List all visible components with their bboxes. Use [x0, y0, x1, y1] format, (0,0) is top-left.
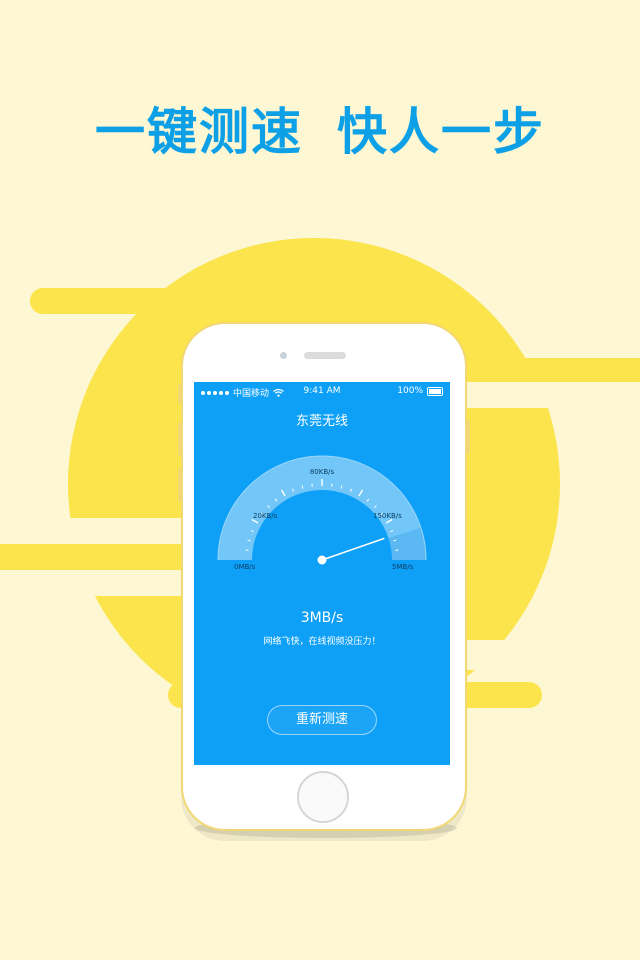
gauge-label-0: 0MB/s	[234, 563, 256, 571]
gauge-label-3: 150KB/s	[373, 512, 402, 520]
retest-button[interactable]: 重新测速	[267, 705, 377, 735]
gauge-label-1: 20KB/s	[253, 512, 278, 520]
battery-icon	[427, 386, 443, 396]
phone-side-button	[178, 384, 182, 404]
status-bar: 中国移动 9:41 AM 100%	[194, 386, 450, 399]
speed-tip: 网络飞快，在线视频没压力！	[263, 637, 381, 647]
gauge-label-2: 80KB/s	[310, 468, 335, 476]
phone-side-button	[178, 468, 182, 502]
camera-icon	[280, 352, 287, 359]
decor-gap	[60, 518, 200, 544]
phone-side-button	[178, 422, 182, 456]
speed-gauge: 0MB/s 20KB/s 80KB/s 150KB/s 5MB/s	[217, 455, 427, 571]
gauge-hub	[317, 555, 327, 565]
battery-percent: 100%	[397, 386, 423, 396]
phone-screen: 中国移动 9:41 AM 100% 东莞无线 0MB/s 20KB/s 80KB…	[194, 382, 450, 765]
speaker-grille	[304, 352, 346, 359]
network-name: 东莞无线	[295, 414, 348, 429]
phone-mockup: 中国移动 9:41 AM 100% 东莞无线 0MB/s 20KB/s 80KB…	[178, 322, 470, 831]
headline-part1: 一键测速	[95, 103, 303, 161]
speed-value: 3MB/s	[300, 610, 344, 626]
gauge-label-4: 5MB/s	[392, 563, 414, 571]
home-button[interactable]	[297, 771, 349, 823]
decor-bar	[30, 288, 310, 314]
decor-gap	[440, 382, 640, 408]
gauge-needle	[321, 537, 385, 561]
decor-bar	[440, 358, 640, 382]
headline: 一键测速 快人一步	[0, 92, 640, 164]
phone-side-button	[466, 420, 470, 454]
headline-part2: 快人一步	[337, 103, 545, 161]
decor-bar	[0, 544, 190, 570]
